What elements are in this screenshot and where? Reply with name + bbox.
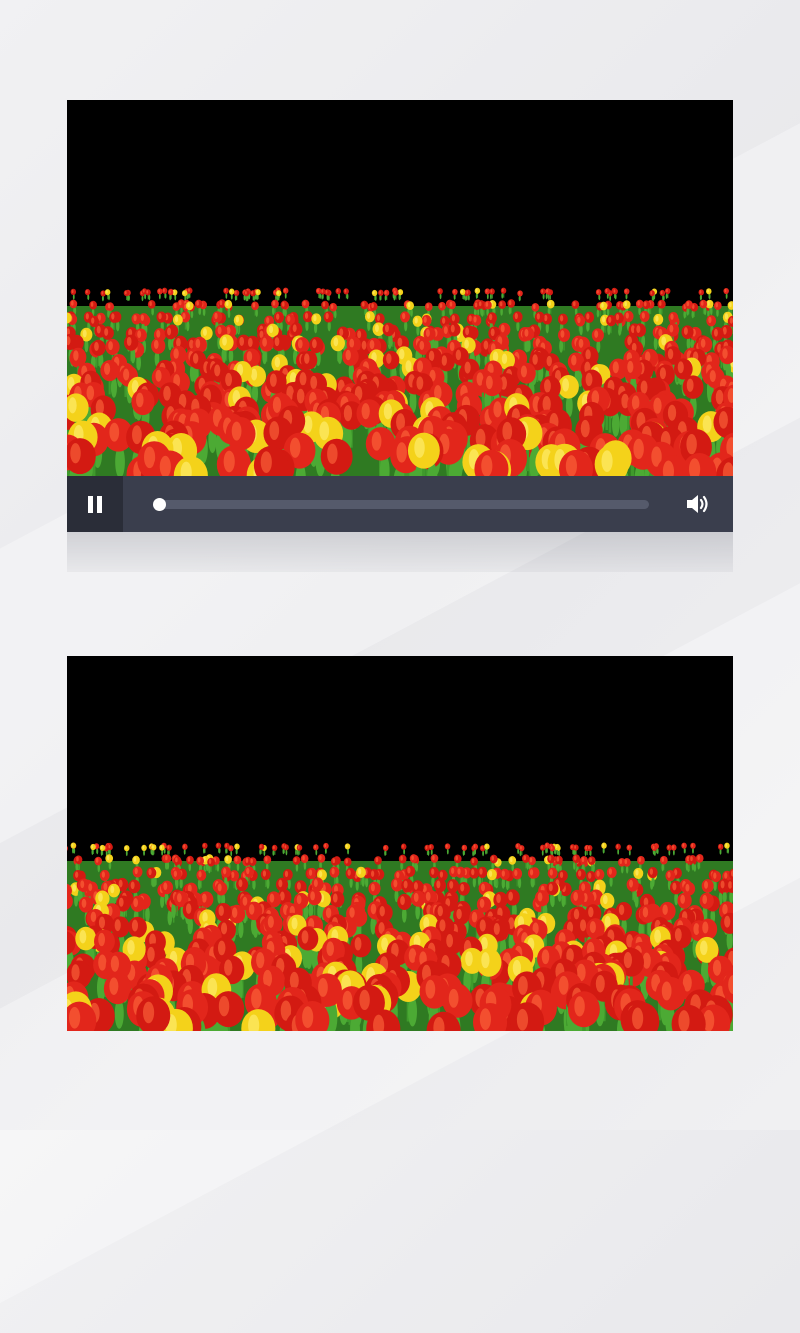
pause-button[interactable] xyxy=(67,476,123,532)
speaker-volume-icon[interactable] xyxy=(683,490,711,518)
progress-bar[interactable] xyxy=(159,500,649,509)
video-controls-bar xyxy=(67,476,733,532)
tulip-field-image xyxy=(67,286,733,476)
tulip-field-image xyxy=(67,841,733,1031)
controls-reflection xyxy=(67,532,733,572)
video-player xyxy=(67,100,733,572)
progress-knob[interactable] xyxy=(153,498,166,511)
video-frame-preview[interactable] xyxy=(67,656,733,1031)
video-frame[interactable] xyxy=(67,100,733,476)
pause-icon xyxy=(86,496,104,513)
